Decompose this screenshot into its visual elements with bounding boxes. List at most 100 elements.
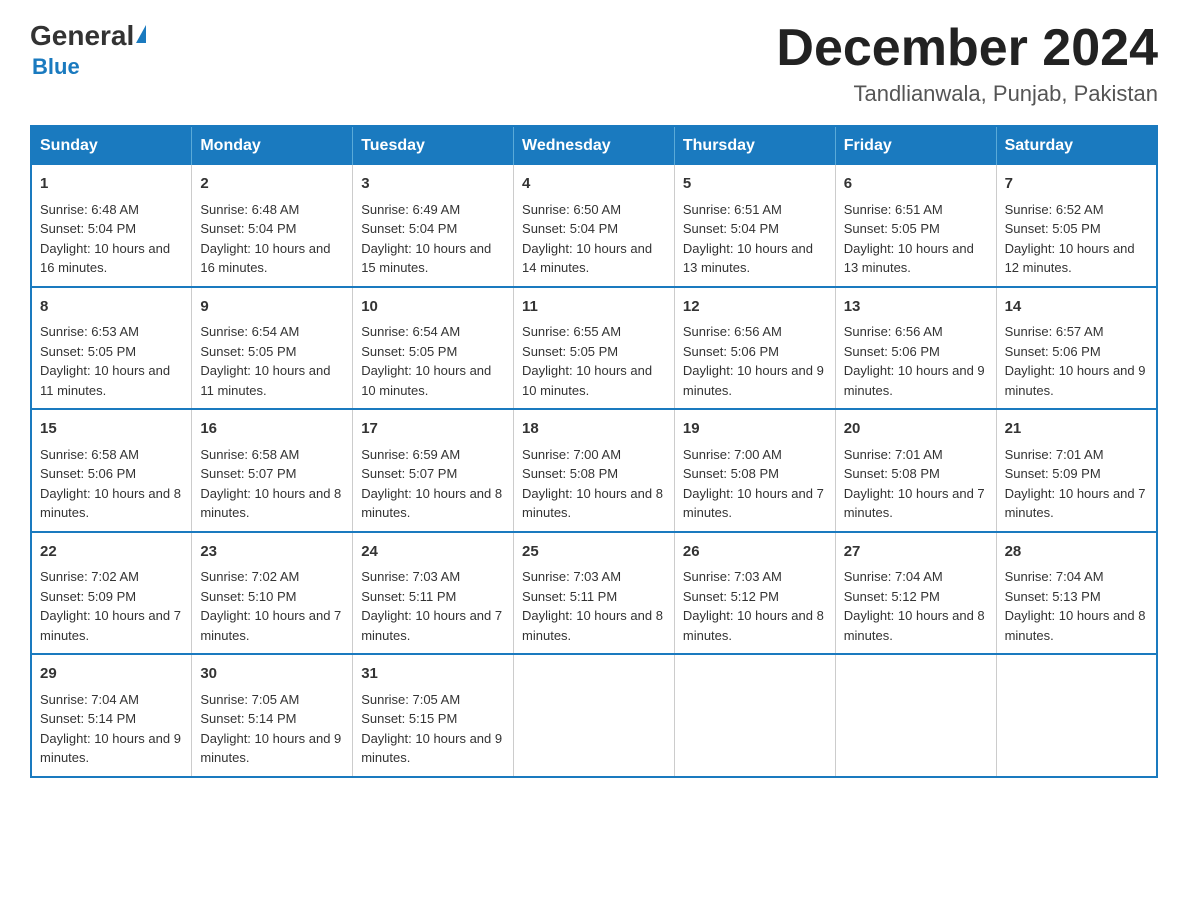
day-number: 28: [1005, 541, 1148, 564]
day-info: Sunrise: 7:01 AMSunset: 5:08 PMDaylight:…: [844, 447, 985, 521]
day-info: Sunrise: 6:51 AMSunset: 5:04 PMDaylight:…: [683, 202, 813, 276]
day-info: Sunrise: 7:04 AMSunset: 5:14 PMDaylight:…: [40, 692, 181, 766]
calendar-cell: 21 Sunrise: 7:01 AMSunset: 5:09 PMDaylig…: [996, 409, 1157, 532]
day-number: 30: [200, 663, 344, 686]
col-header-saturday: Saturday: [996, 126, 1157, 165]
day-number: 10: [361, 296, 505, 319]
day-number: 17: [361, 418, 505, 441]
calendar-cell: 11 Sunrise: 6:55 AMSunset: 5:05 PMDaylig…: [514, 287, 675, 410]
calendar-cell: 14 Sunrise: 6:57 AMSunset: 5:06 PMDaylig…: [996, 287, 1157, 410]
main-title: December 2024: [776, 20, 1158, 77]
day-number: 31: [361, 663, 505, 686]
day-info: Sunrise: 6:56 AMSunset: 5:06 PMDaylight:…: [683, 324, 824, 398]
day-number: 6: [844, 173, 988, 196]
day-info: Sunrise: 6:55 AMSunset: 5:05 PMDaylight:…: [522, 324, 652, 398]
day-info: Sunrise: 6:48 AMSunset: 5:04 PMDaylight:…: [200, 202, 330, 276]
day-number: 14: [1005, 296, 1148, 319]
day-info: Sunrise: 6:57 AMSunset: 5:06 PMDaylight:…: [1005, 324, 1146, 398]
calendar-cell: [996, 654, 1157, 777]
day-number: 13: [844, 296, 988, 319]
calendar-cell: 8 Sunrise: 6:53 AMSunset: 5:05 PMDayligh…: [31, 287, 192, 410]
day-number: 1: [40, 173, 183, 196]
col-header-thursday: Thursday: [674, 126, 835, 165]
week-row-1: 1 Sunrise: 6:48 AMSunset: 5:04 PMDayligh…: [31, 165, 1157, 287]
calendar-cell: 1 Sunrise: 6:48 AMSunset: 5:04 PMDayligh…: [31, 165, 192, 287]
day-info: Sunrise: 6:51 AMSunset: 5:05 PMDaylight:…: [844, 202, 974, 276]
calendar-cell: 30 Sunrise: 7:05 AMSunset: 5:14 PMDaylig…: [192, 654, 353, 777]
calendar-cell: 25 Sunrise: 7:03 AMSunset: 5:11 PMDaylig…: [514, 532, 675, 655]
calendar-cell: 10 Sunrise: 6:54 AMSunset: 5:05 PMDaylig…: [353, 287, 514, 410]
day-info: Sunrise: 7:02 AMSunset: 5:09 PMDaylight:…: [40, 569, 181, 643]
calendar-cell: 26 Sunrise: 7:03 AMSunset: 5:12 PMDaylig…: [674, 532, 835, 655]
col-header-monday: Monday: [192, 126, 353, 165]
day-info: Sunrise: 6:58 AMSunset: 5:07 PMDaylight:…: [200, 447, 341, 521]
day-number: 20: [844, 418, 988, 441]
day-info: Sunrise: 6:52 AMSunset: 5:05 PMDaylight:…: [1005, 202, 1135, 276]
day-number: 29: [40, 663, 183, 686]
day-number: 8: [40, 296, 183, 319]
calendar-cell: 13 Sunrise: 6:56 AMSunset: 5:06 PMDaylig…: [835, 287, 996, 410]
title-area: December 2024 Tandlianwala, Punjab, Paki…: [776, 20, 1158, 107]
calendar-cell: 15 Sunrise: 6:58 AMSunset: 5:06 PMDaylig…: [31, 409, 192, 532]
day-number: 7: [1005, 173, 1148, 196]
col-header-wednesday: Wednesday: [514, 126, 675, 165]
week-row-4: 22 Sunrise: 7:02 AMSunset: 5:09 PMDaylig…: [31, 532, 1157, 655]
day-info: Sunrise: 7:03 AMSunset: 5:11 PMDaylight:…: [522, 569, 663, 643]
day-info: Sunrise: 7:00 AMSunset: 5:08 PMDaylight:…: [683, 447, 824, 521]
day-info: Sunrise: 6:56 AMSunset: 5:06 PMDaylight:…: [844, 324, 985, 398]
col-header-friday: Friday: [835, 126, 996, 165]
calendar-cell: 2 Sunrise: 6:48 AMSunset: 5:04 PMDayligh…: [192, 165, 353, 287]
calendar-cell: 31 Sunrise: 7:05 AMSunset: 5:15 PMDaylig…: [353, 654, 514, 777]
day-info: Sunrise: 7:04 AMSunset: 5:13 PMDaylight:…: [1005, 569, 1146, 643]
day-number: 11: [522, 296, 666, 319]
week-row-2: 8 Sunrise: 6:53 AMSunset: 5:05 PMDayligh…: [31, 287, 1157, 410]
logo-general: General: [30, 20, 134, 52]
calendar-cell: 9 Sunrise: 6:54 AMSunset: 5:05 PMDayligh…: [192, 287, 353, 410]
day-info: Sunrise: 7:02 AMSunset: 5:10 PMDaylight:…: [200, 569, 341, 643]
day-info: Sunrise: 6:59 AMSunset: 5:07 PMDaylight:…: [361, 447, 502, 521]
calendar-cell: 20 Sunrise: 7:01 AMSunset: 5:08 PMDaylig…: [835, 409, 996, 532]
col-header-tuesday: Tuesday: [353, 126, 514, 165]
logo-blue: Blue: [32, 54, 80, 80]
day-number: 22: [40, 541, 183, 564]
day-info: Sunrise: 6:49 AMSunset: 5:04 PMDaylight:…: [361, 202, 491, 276]
calendar-cell: 29 Sunrise: 7:04 AMSunset: 5:14 PMDaylig…: [31, 654, 192, 777]
day-number: 25: [522, 541, 666, 564]
calendar-header-row: SundayMondayTuesdayWednesdayThursdayFrid…: [31, 126, 1157, 165]
subtitle: Tandlianwala, Punjab, Pakistan: [776, 81, 1158, 107]
day-number: 15: [40, 418, 183, 441]
day-number: 4: [522, 173, 666, 196]
day-number: 12: [683, 296, 827, 319]
day-number: 3: [361, 173, 505, 196]
calendar-cell: 24 Sunrise: 7:03 AMSunset: 5:11 PMDaylig…: [353, 532, 514, 655]
day-info: Sunrise: 7:03 AMSunset: 5:12 PMDaylight:…: [683, 569, 824, 643]
calendar-cell: 6 Sunrise: 6:51 AMSunset: 5:05 PMDayligh…: [835, 165, 996, 287]
calendar-cell: 22 Sunrise: 7:02 AMSunset: 5:09 PMDaylig…: [31, 532, 192, 655]
day-info: Sunrise: 7:05 AMSunset: 5:14 PMDaylight:…: [200, 692, 341, 766]
calendar-cell: 7 Sunrise: 6:52 AMSunset: 5:05 PMDayligh…: [996, 165, 1157, 287]
day-info: Sunrise: 7:01 AMSunset: 5:09 PMDaylight:…: [1005, 447, 1146, 521]
calendar-table: SundayMondayTuesdayWednesdayThursdayFrid…: [30, 125, 1158, 778]
calendar-cell: [674, 654, 835, 777]
day-number: 27: [844, 541, 988, 564]
calendar-cell: 28 Sunrise: 7:04 AMSunset: 5:13 PMDaylig…: [996, 532, 1157, 655]
calendar-cell: [835, 654, 996, 777]
day-number: 24: [361, 541, 505, 564]
logo-triangle-icon: [136, 25, 146, 43]
col-header-sunday: Sunday: [31, 126, 192, 165]
day-info: Sunrise: 6:54 AMSunset: 5:05 PMDaylight:…: [361, 324, 491, 398]
day-info: Sunrise: 6:58 AMSunset: 5:06 PMDaylight:…: [40, 447, 181, 521]
day-number: 16: [200, 418, 344, 441]
day-number: 21: [1005, 418, 1148, 441]
day-info: Sunrise: 6:48 AMSunset: 5:04 PMDaylight:…: [40, 202, 170, 276]
day-number: 26: [683, 541, 827, 564]
calendar-cell: 23 Sunrise: 7:02 AMSunset: 5:10 PMDaylig…: [192, 532, 353, 655]
calendar-cell: 16 Sunrise: 6:58 AMSunset: 5:07 PMDaylig…: [192, 409, 353, 532]
calendar-cell: 18 Sunrise: 7:00 AMSunset: 5:08 PMDaylig…: [514, 409, 675, 532]
calendar-cell: 4 Sunrise: 6:50 AMSunset: 5:04 PMDayligh…: [514, 165, 675, 287]
page-header: General Blue December 2024 Tandlianwala,…: [30, 20, 1158, 107]
day-info: Sunrise: 6:50 AMSunset: 5:04 PMDaylight:…: [522, 202, 652, 276]
calendar-cell: [514, 654, 675, 777]
day-number: 5: [683, 173, 827, 196]
week-row-3: 15 Sunrise: 6:58 AMSunset: 5:06 PMDaylig…: [31, 409, 1157, 532]
